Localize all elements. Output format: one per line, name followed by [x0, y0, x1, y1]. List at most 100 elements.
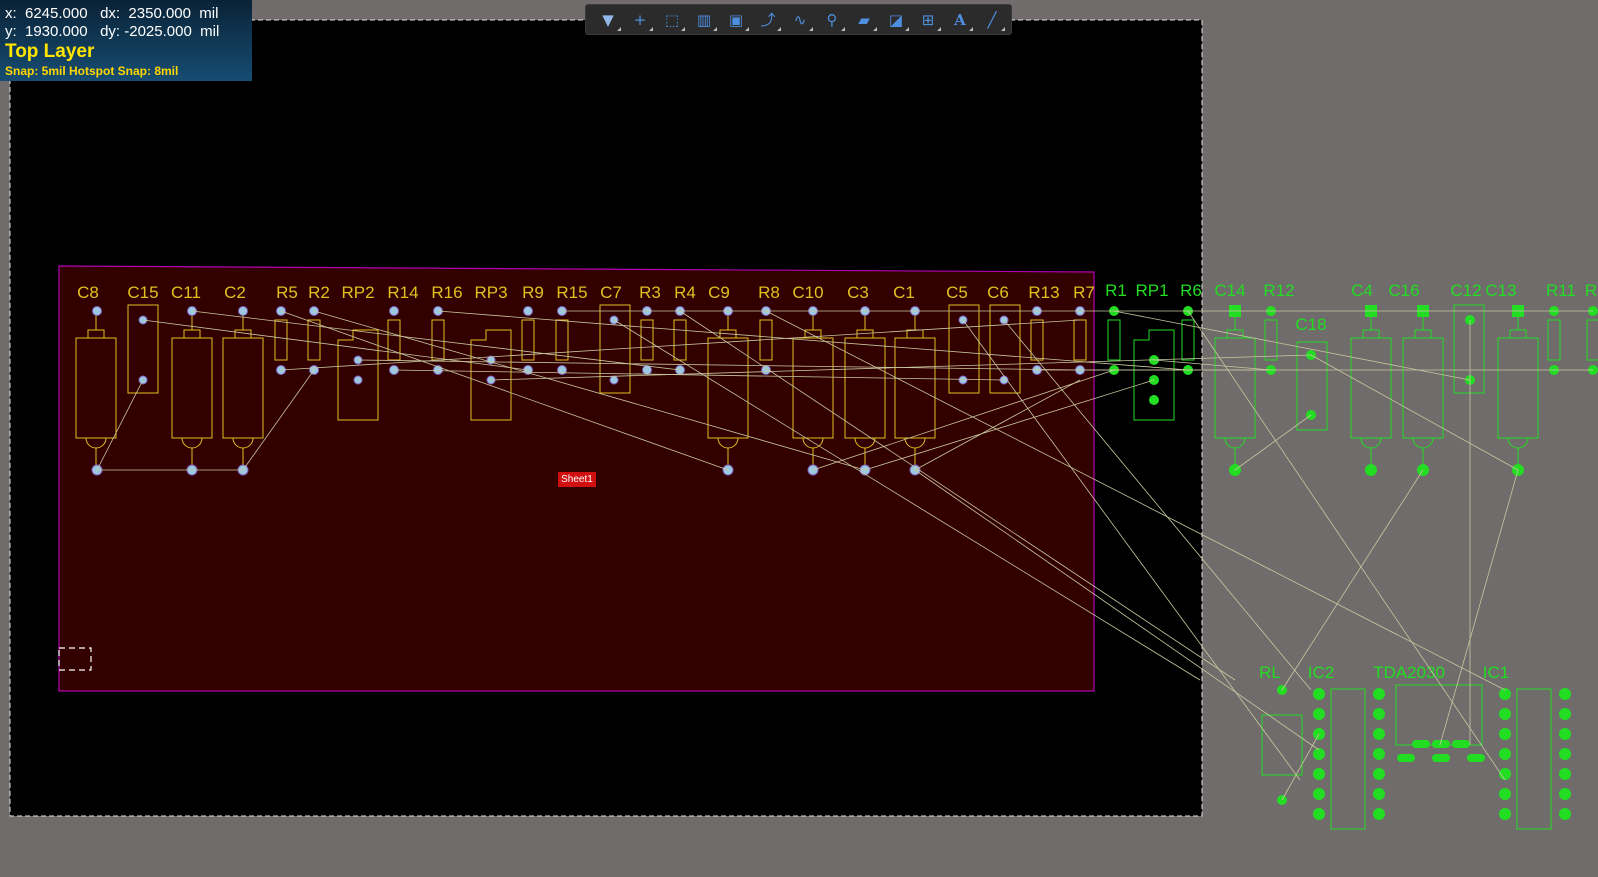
active-bar-toolbar: ▼ + ⬚ ▥ ▣ ⤴ ∿ ⚲ ▰ ◪ ⊞ A ╱ — [585, 4, 1012, 35]
current-layer-label: Top Layer — [5, 41, 95, 62]
pad[interactable] — [1499, 808, 1511, 820]
ratsnest-line — [1281, 469, 1424, 691]
pad[interactable] — [1313, 768, 1325, 780]
pad[interactable] — [1467, 754, 1485, 762]
pad[interactable] — [1559, 788, 1571, 800]
pad[interactable] — [1313, 708, 1325, 720]
pad[interactable] — [609, 375, 619, 385]
tda2030-body[interactable] — [1395, 684, 1483, 746]
select-rect-tool-icon[interactable]: ⬚ — [656, 7, 688, 33]
add-tool-icon[interactable]: + — [624, 7, 656, 33]
polygon-tool-icon[interactable]: ▰ — [848, 7, 880, 33]
component-label: R7 — [1073, 283, 1095, 302]
pad[interactable] — [1313, 808, 1325, 820]
c14-body[interactable] — [1214, 337, 1256, 439]
pcb-canvas[interactable]: C8 C15 C11 C2 R5 R2 RP2 R14 R16 RP3 R9 R15 C7 R3 R4 C9 R… — [0, 0, 1598, 877]
filter-tool-icon[interactable]: ▼ — [592, 7, 624, 33]
x-coordinate-readout: x: 6245.000 dx: 2350.000 mil — [5, 5, 219, 22]
component-label: C14 — [1214, 281, 1245, 300]
text-tool-icon[interactable]: A — [944, 7, 976, 33]
component-label: R — [1585, 281, 1597, 300]
component-label: C7 — [600, 283, 622, 302]
ratsnest-line — [1439, 469, 1519, 746]
c16-body[interactable] — [1402, 337, 1444, 439]
component-label: C11 — [171, 283, 201, 302]
pad[interactable] — [1313, 688, 1325, 700]
component-label: C16 — [1388, 281, 1419, 300]
ratsnest-line — [1310, 354, 1519, 471]
component-label: R6 — [1180, 281, 1202, 300]
pad[interactable] — [1313, 788, 1325, 800]
pad[interactable] — [1559, 708, 1571, 720]
pad[interactable] — [92, 306, 102, 316]
component-label: C1 — [893, 283, 915, 302]
pad[interactable] — [1559, 768, 1571, 780]
coordinate-hud: x: 6245.000 dx: 2350.000 mil y: 1930.000… — [0, 0, 252, 81]
component-label: C9 — [708, 283, 730, 302]
ic1-body[interactable] — [1516, 688, 1552, 830]
pad[interactable] — [1373, 688, 1385, 700]
component-label: C18 — [1295, 315, 1326, 334]
component-label: R4 — [674, 283, 696, 302]
component-label: RP3 — [474, 283, 507, 302]
component-label: R14 — [387, 283, 418, 302]
route-tool-icon[interactable]: ⤴ — [752, 7, 784, 33]
pad[interactable] — [1373, 788, 1385, 800]
component-label: C10 — [792, 283, 823, 302]
pad[interactable] — [1499, 788, 1511, 800]
component-label: C15 — [127, 283, 158, 302]
component-label: IC2 — [1308, 663, 1334, 682]
pad[interactable] — [1397, 754, 1415, 762]
resistor-body[interactable] — [1264, 319, 1278, 361]
component-label: C3 — [847, 283, 869, 302]
resistor-body[interactable] — [1586, 319, 1598, 361]
pad[interactable] — [1373, 708, 1385, 720]
pad[interactable] — [1373, 748, 1385, 760]
ratsnest-line — [1234, 414, 1312, 471]
pad[interactable] — [1149, 395, 1159, 405]
pad[interactable] — [1559, 728, 1571, 740]
pad[interactable] — [1373, 808, 1385, 820]
pad[interactable] — [958, 375, 968, 385]
pad[interactable] — [1373, 768, 1385, 780]
pad[interactable] — [1559, 748, 1571, 760]
pad[interactable] — [1499, 748, 1511, 760]
dimension-tool-icon[interactable]: ⊞ — [912, 7, 944, 33]
component-tool-icon[interactable]: ▣ — [720, 7, 752, 33]
line-tool-icon[interactable]: ╱ — [976, 7, 1008, 33]
component-label: C8 — [77, 283, 99, 302]
component-label: R15 — [556, 283, 587, 302]
component-label: C2 — [224, 283, 246, 302]
ic2-body[interactable] — [1330, 688, 1366, 830]
component-label: R16 — [431, 283, 462, 302]
pad[interactable] — [1499, 708, 1511, 720]
component-label: C5 — [946, 283, 968, 302]
pad[interactable] — [1432, 754, 1450, 762]
via-tool-icon[interactable]: ⚲ — [816, 7, 848, 33]
pad[interactable] — [1559, 688, 1571, 700]
c13-body[interactable] — [1497, 337, 1539, 439]
pad[interactable] — [1559, 808, 1571, 820]
component-label: R2 — [308, 283, 330, 302]
resistor-body[interactable] — [1547, 319, 1561, 361]
component-label: R13 — [1028, 283, 1059, 302]
pad[interactable] — [1365, 464, 1377, 476]
align-tool-icon[interactable]: ▥ — [688, 7, 720, 33]
region-tool-icon[interactable]: ◪ — [880, 7, 912, 33]
pad[interactable] — [238, 306, 248, 316]
component-label: R11 — [1546, 281, 1576, 300]
component-label: R9 — [522, 283, 544, 302]
pad[interactable] — [1373, 728, 1385, 740]
pad[interactable] — [1499, 728, 1511, 740]
component-label: RP2 — [341, 283, 374, 302]
pad[interactable] — [389, 306, 399, 316]
sheet-label[interactable]: Sheet1 — [558, 472, 596, 487]
pad[interactable] — [1452, 740, 1470, 748]
pad[interactable] — [1412, 740, 1430, 748]
interactive-route-tool-icon[interactable]: ∿ — [784, 7, 816, 33]
component-label: IC1 — [1483, 663, 1509, 682]
component-label: TDA2030 — [1373, 663, 1445, 682]
pad[interactable] — [642, 365, 652, 375]
pad[interactable] — [523, 306, 533, 316]
pad[interactable] — [353, 375, 363, 385]
